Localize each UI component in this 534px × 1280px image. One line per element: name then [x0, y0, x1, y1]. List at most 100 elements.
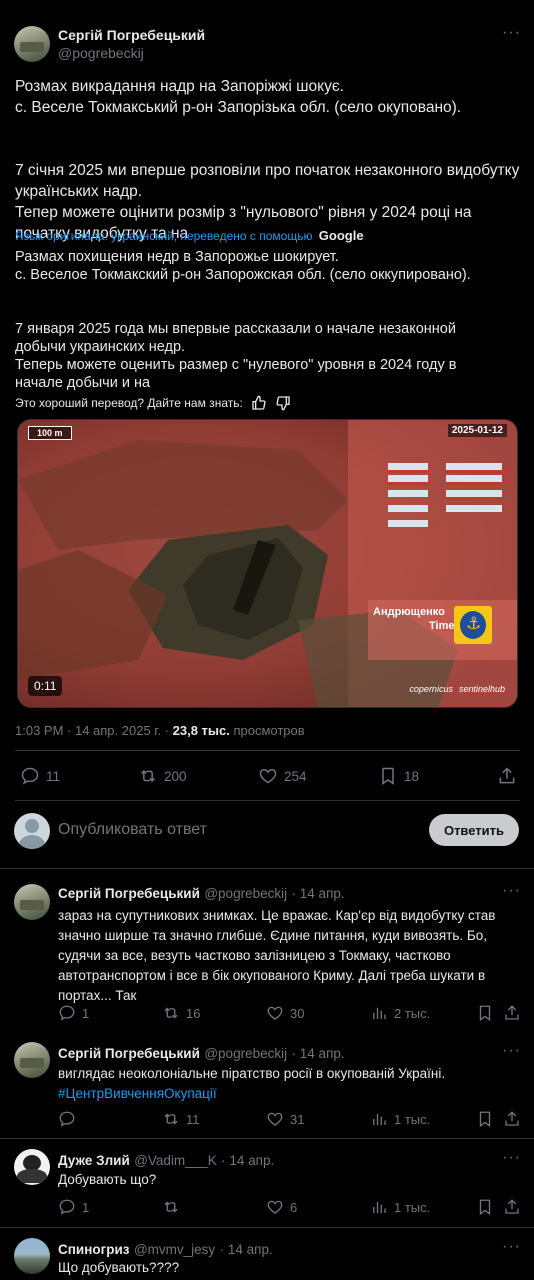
share-action[interactable]	[503, 1004, 521, 1022]
heart-icon	[267, 1006, 283, 1020]
reply-date[interactable]: · 14 апр.	[292, 886, 345, 901]
reply-line: портах... Так	[58, 988, 137, 1003]
post-timestamp: 1:03 PM · 14 апр. 2025 г. · 23,8 тыс. пр…	[15, 723, 305, 738]
divider	[15, 750, 520, 751]
reply-icon	[59, 1111, 75, 1127]
divider	[0, 868, 534, 869]
share-action[interactable]	[503, 1198, 521, 1216]
repost-action[interactable]	[162, 1198, 186, 1216]
reply-text: виглядає неоколоніальне піратство росії …	[58, 1064, 528, 1104]
reply-count: 1	[82, 1005, 90, 1021]
reply-header: Сергій Погребецький @pogrebeckij · 14 ап…	[58, 1045, 345, 1063]
repost-action[interactable]: 11	[162, 1110, 200, 1128]
bookmark-count: 18	[404, 768, 420, 784]
post-time[interactable]: 1:03 PM · 14 апр. 2025 г. ·	[15, 723, 173, 738]
translated-line	[15, 284, 520, 302]
views-count: 23,8 тыс.	[172, 723, 230, 738]
like-action[interactable]: 6	[266, 1198, 297, 1216]
google-logo: Google	[318, 228, 364, 243]
reply-author-name[interactable]: Сергій Погребецький	[58, 1046, 200, 1061]
like-count: 31	[290, 1111, 305, 1127]
translated-line: Теперь можете оценить размер с "нулевого…	[15, 357, 457, 373]
bookmark-action[interactable]: 18	[378, 766, 419, 786]
reply-action[interactable]: 11	[20, 766, 60, 786]
like-action[interactable]: 254	[258, 766, 307, 786]
views-action[interactable]: 1 тыс.	[370, 1198, 430, 1216]
repost-action[interactable]: 200	[138, 766, 187, 786]
repost-action[interactable]: 16	[162, 1004, 200, 1022]
reply-date[interactable]: · 14 апр.	[292, 1046, 345, 1061]
reply-icon	[59, 1005, 75, 1021]
author-handle[interactable]: @pogrebeckij	[58, 45, 144, 61]
views-action[interactable]: 1 тыс.	[370, 1110, 430, 1128]
more-options-icon[interactable]: ···	[502, 1042, 521, 1060]
bookmark-action[interactable]	[476, 1004, 494, 1022]
repost-count: 200	[164, 768, 187, 784]
video-player[interactable]: 100 m 2025-01-12 Андрющенко Time ⚓ 0:11 …	[17, 419, 518, 708]
translated-line: с. Веселое Токмакский р-он Запорожская о…	[15, 267, 471, 283]
repost-count: 11	[186, 1111, 200, 1127]
divider	[0, 1138, 534, 1139]
share-icon	[505, 1005, 519, 1020]
reply-avatar[interactable]	[14, 884, 50, 920]
divider	[0, 1227, 534, 1228]
like-action[interactable]: 30	[266, 1004, 304, 1022]
post-line: українських надр.	[15, 183, 143, 200]
reply-author-handle[interactable]: @mvmv_jesy	[134, 1242, 215, 1257]
views-action[interactable]: 2 тыс.	[370, 1004, 430, 1022]
heart-icon	[259, 768, 277, 784]
more-options-icon[interactable]: ···	[502, 24, 521, 42]
translated-line: добычи украинских недр.	[15, 339, 186, 355]
more-options-icon[interactable]: ···	[502, 882, 521, 900]
reply-icon	[59, 1199, 75, 1215]
hashtag-link[interactable]: #ЦентрВивченняОкупації	[58, 1084, 528, 1104]
credit-sentinelhub: sentinelhub	[458, 684, 505, 694]
reply-action[interactable]	[58, 1110, 82, 1128]
reply-text: Що добувають????	[58, 1258, 528, 1278]
reply-author-handle[interactable]: @pogrebeckij	[204, 886, 287, 901]
share-action[interactable]	[497, 766, 517, 786]
author-avatar[interactable]	[14, 26, 50, 62]
reply-input[interactable]: Опубликовать ответ	[58, 821, 207, 839]
bookmark-action[interactable]	[476, 1110, 494, 1128]
reply-count: 1	[82, 1199, 90, 1215]
user-avatar[interactable]	[14, 813, 50, 849]
bookmark-action[interactable]	[476, 1198, 494, 1216]
author-name[interactable]: Сергій Погребецький	[58, 27, 205, 43]
reply-author-handle[interactable]: @pogrebeckij	[204, 1046, 287, 1061]
reply-button[interactable]: Ответить	[429, 814, 519, 846]
reply-count: 11	[46, 768, 61, 784]
thumbs-down-icon[interactable]	[275, 395, 291, 411]
reply-action[interactable]: 1	[58, 1004, 89, 1022]
translated-line: начале добычи и на	[15, 375, 151, 391]
reply-author-handle[interactable]: @Vadim___K	[134, 1153, 217, 1168]
repost-icon	[164, 1201, 178, 1213]
views-count: 1 тыс.	[394, 1111, 431, 1127]
share-icon	[505, 1199, 519, 1214]
translated-line: Размах похищения недр в Запорожье шокиру…	[15, 249, 339, 265]
reply-date[interactable]: · 14 апр.	[221, 1153, 274, 1168]
like-count: 30	[290, 1005, 305, 1021]
reply-avatar[interactable]	[14, 1042, 50, 1078]
heart-icon	[267, 1112, 283, 1126]
post-text: Розмах викрадання надр на Запоріжжі шоку…	[15, 76, 520, 244]
reply-author-name[interactable]: Спиногриз	[58, 1242, 129, 1257]
reply-author-name[interactable]: Дуже Злий	[58, 1153, 130, 1168]
reply-line: Добувають що?	[58, 1172, 157, 1187]
reply-avatar[interactable]	[14, 1149, 50, 1185]
like-action[interactable]: 31	[266, 1110, 304, 1128]
like-count: 254	[284, 768, 307, 784]
share-action[interactable]	[503, 1110, 521, 1128]
reply-text: Добувають що?	[58, 1170, 528, 1190]
repost-icon	[164, 1113, 178, 1125]
reply-author-name[interactable]: Сергій Погребецький	[58, 886, 200, 901]
more-options-icon[interactable]: ···	[502, 1238, 521, 1256]
reply-date[interactable]: · 14 апр.	[220, 1242, 273, 1257]
translation-note: Язык оригинала: украинский, переведено с…	[15, 228, 364, 243]
bookmark-icon	[479, 1199, 491, 1216]
reply-avatar[interactable]	[14, 1238, 50, 1274]
more-options-icon[interactable]: ···	[502, 1149, 521, 1167]
reply-header: Дуже Злий @Vadim___K · 14 апр.	[58, 1152, 274, 1170]
thumbs-up-icon[interactable]	[251, 395, 267, 411]
reply-action[interactable]: 1	[58, 1198, 89, 1216]
